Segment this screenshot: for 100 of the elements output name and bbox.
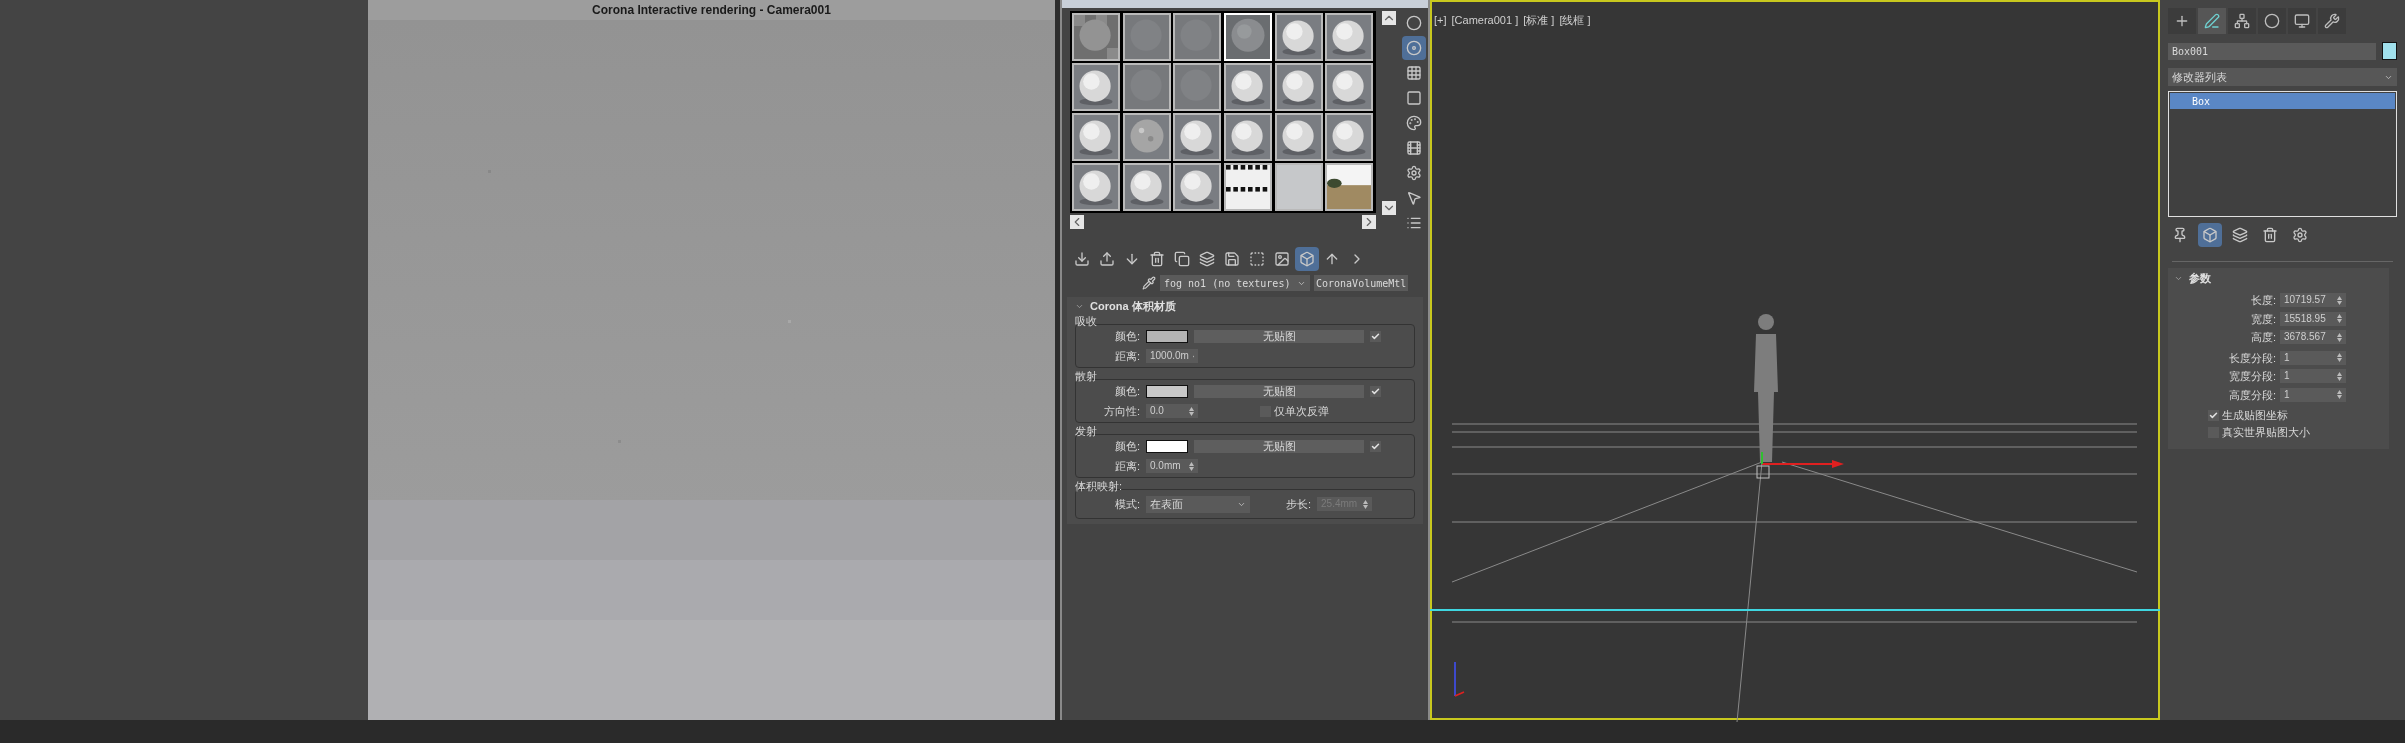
- material-slot[interactable]: [1224, 163, 1272, 211]
- material-slot[interactable]: [1173, 63, 1222, 111]
- material-name-field[interactable]: fog no1 (no textures): [1160, 275, 1310, 291]
- field-label: 颜色:: [1113, 438, 1140, 454]
- panel-tab[interactable]: [2228, 8, 2256, 34]
- checkbox[interactable]: [1370, 385, 1381, 397]
- eyedropper-icon[interactable]: [1142, 276, 1156, 290]
- viewport[interactable]: [+] [Camera001 ] [标准 ] [线框 ]: [1430, 0, 2160, 720]
- spinner-field[interactable]: 10719.57: [2280, 293, 2346, 308]
- material-slot[interactable]: [1173, 163, 1222, 211]
- panel-tab[interactable]: [2318, 8, 2346, 34]
- field-label: 高度:: [2249, 330, 2276, 345]
- material-slot[interactable]: [1274, 113, 1323, 161]
- field-label: 宽度:: [2249, 311, 2276, 327]
- color-swatch[interactable]: [1146, 439, 1188, 453]
- spinner-arrows-icon: [2337, 371, 2342, 381]
- utilities-icon: [2324, 13, 2340, 29]
- tool-button[interactable]: [1295, 247, 1319, 271]
- material-slot[interactable]: [1274, 13, 1323, 61]
- pointer-icon: [1406, 190, 1422, 206]
- field-label: 高度分段:: [2227, 387, 2276, 403]
- field-label: 距离:: [1113, 348, 1140, 364]
- spinner-arrows-icon: [2337, 353, 2342, 363]
- object-color-swatch[interactable]: [2382, 42, 2397, 60]
- checkbox[interactable]: [1370, 330, 1381, 342]
- mode-dropdown[interactable]: 在表面: [1146, 495, 1250, 513]
- checkbox-label: 真实世界贴图大小: [2222, 425, 2310, 441]
- material-slot[interactable]: [1325, 13, 1374, 61]
- spinner-field[interactable]: 0.0mm: [1146, 459, 1198, 473]
- group-title: 发射: [1075, 425, 1098, 438]
- rollout-title[interactable]: Corona 体积材质: [1090, 297, 1176, 315]
- group-title: 吸收: [1075, 315, 1098, 328]
- viewport-label[interactable]: [Camera001 ]: [1451, 12, 1519, 29]
- modifier-list-dropdown[interactable]: 修改器列表: [2168, 68, 2397, 86]
- checkbox[interactable]: [2208, 410, 2219, 421]
- scroll-left-icon[interactable]: [1070, 215, 1084, 229]
- material-slot[interactable]: [1274, 63, 1323, 111]
- field-label: 宽度分段:: [2227, 369, 2276, 384]
- material-slot[interactable]: [1173, 113, 1222, 161]
- scroll-down-icon[interactable]: [1382, 201, 1396, 215]
- spinner-arrows-icon: [1189, 461, 1194, 471]
- material-slot[interactable]: [1325, 63, 1374, 111]
- spinner-field[interactable]: 15518.95: [2280, 311, 2346, 326]
- hierarchy-icon: [2234, 13, 2250, 29]
- material-slot[interactable]: [1122, 113, 1171, 161]
- stack-item[interactable]: Box: [2170, 93, 2395, 109]
- axis-tripod-icon: [1452, 662, 1466, 698]
- spinner-field[interactable]: 1: [2280, 350, 2346, 365]
- material-slot[interactable]: [1122, 163, 1171, 211]
- rollout-title[interactable]: 参数: [2189, 269, 2211, 287]
- save-icon: [1224, 251, 1240, 267]
- material-slot[interactable]: [1122, 63, 1171, 111]
- check-icon: [2209, 411, 2218, 420]
- material-slot[interactable]: [1274, 163, 1323, 211]
- group-title: 体积映射:: [1075, 480, 1124, 493]
- spinner-arrows-icon: [2337, 314, 2342, 324]
- create-icon: [2174, 13, 2190, 29]
- viewport-label[interactable]: [线框 ]: [1559, 12, 1591, 29]
- material-slot[interactable]: [1122, 13, 1171, 61]
- spinner-field[interactable]: 1: [2280, 387, 2346, 402]
- panel-tab[interactable]: [2168, 8, 2196, 34]
- tool-button[interactable]: [1402, 36, 1426, 60]
- checkbox-label: 仅单次反弹: [1274, 403, 1329, 419]
- background-icon: [1274, 251, 1290, 267]
- spinner-field[interactable]: 1000.0m: [1146, 349, 1198, 363]
- viewport-label[interactable]: [标准 ]: [1523, 12, 1555, 29]
- checkbox-label: 生成贴图坐标: [2222, 408, 2288, 424]
- spinner-arrows-icon: [1189, 406, 1194, 416]
- tool-button[interactable]: [2198, 223, 2222, 247]
- material-type-button[interactable]: CoronaVolumeMtl: [1314, 275, 1409, 291]
- viewport-label[interactable]: [+]: [1434, 12, 1447, 29]
- panel-tab[interactable]: [2258, 8, 2286, 34]
- panel-tab[interactable]: [2198, 8, 2226, 34]
- material-slot[interactable]: [1325, 113, 1374, 161]
- field-label: 模式:: [1113, 496, 1140, 512]
- map-button[interactable]: 无贴图: [1194, 384, 1364, 398]
- scroll-up-icon[interactable]: [1382, 11, 1396, 25]
- scroll-right-icon[interactable]: [1362, 215, 1376, 229]
- list-icon: [1406, 215, 1422, 231]
- color-swatch[interactable]: [1146, 329, 1188, 343]
- material-slot[interactable]: [1325, 163, 1374, 211]
- field-label: 距离:: [1113, 458, 1140, 474]
- map-button[interactable]: 无贴图: [1194, 329, 1364, 343]
- field-label: 长度:: [2249, 293, 2276, 308]
- spinner-field[interactable]: 1: [2280, 369, 2346, 384]
- pin-icon: [2172, 227, 2188, 243]
- map-button[interactable]: 无贴图: [1194, 439, 1364, 453]
- film-icon: [1406, 140, 1422, 156]
- group-title: 散射: [1075, 370, 1098, 383]
- spinner-field[interactable]: 0.0: [1146, 404, 1198, 418]
- checkbox[interactable]: [1370, 440, 1381, 452]
- spinner-field[interactable]: 3678.567: [2280, 330, 2346, 345]
- material-slot[interactable]: [1173, 13, 1222, 61]
- spinner-arrows-icon: [2337, 390, 2342, 400]
- object-name-field[interactable]: Box001: [2168, 42, 2376, 60]
- color-swatch[interactable]: [1146, 384, 1188, 398]
- spinner-arrows-icon: [2337, 295, 2342, 305]
- field-label: 长度分段:: [2227, 350, 2276, 366]
- panel-tab[interactable]: [2288, 8, 2316, 34]
- spinner-arrows-icon: [1363, 499, 1369, 509]
